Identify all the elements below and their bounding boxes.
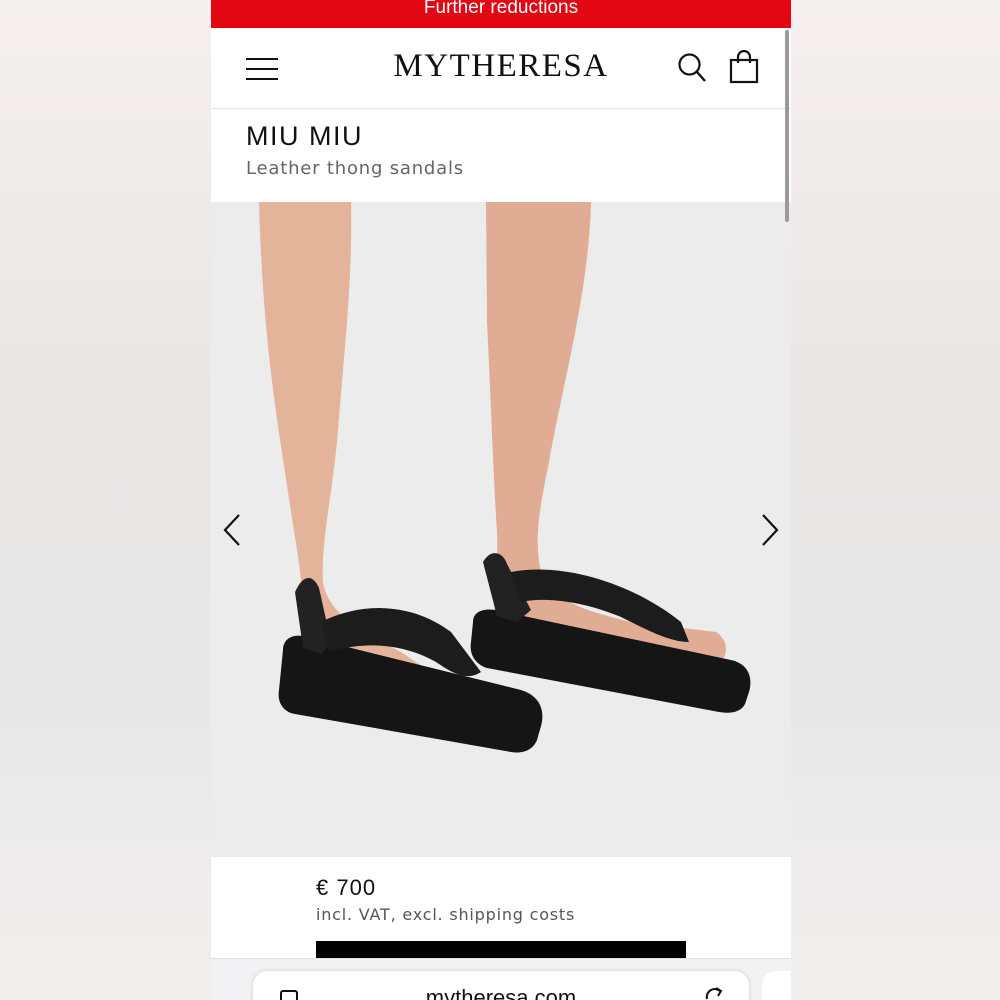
product-price: € 700 [316, 875, 377, 900]
product-brand[interactable]: MIU MIU [246, 121, 363, 152]
address-bar[interactable]: mytheresa.com [253, 971, 749, 1000]
product-image [211, 202, 791, 857]
promo-banner[interactable]: Further reductions [211, 0, 791, 28]
shopping-bag-icon[interactable] [729, 50, 759, 84]
background-left [0, 0, 211, 1000]
chevron-left-icon[interactable] [221, 512, 245, 548]
product-name: Leather thong sandals [246, 158, 464, 179]
chevron-right-icon[interactable] [757, 512, 781, 548]
background-right [791, 0, 1000, 1000]
vat-note: incl. VAT, excl. shipping costs [316, 905, 576, 924]
site-header: MYTHERESA [211, 28, 791, 109]
search-icon[interactable] [677, 52, 707, 84]
reload-icon[interactable] [703, 985, 725, 1000]
next-tab-pill[interactable] [762, 971, 791, 1000]
product-image-gallery[interactable] [211, 202, 791, 857]
promo-text: Further reductions [423, 0, 579, 18]
scrollbar[interactable] [785, 30, 789, 222]
browser-toolbar: mytheresa.com [211, 958, 791, 1000]
phone-screen: Further reductions MYTHERESA MIU MIU Lea… [211, 0, 791, 1000]
product-header: MIU MIU Leather thong sandals [211, 109, 791, 202]
url-text: mytheresa.com [425, 985, 577, 1000]
